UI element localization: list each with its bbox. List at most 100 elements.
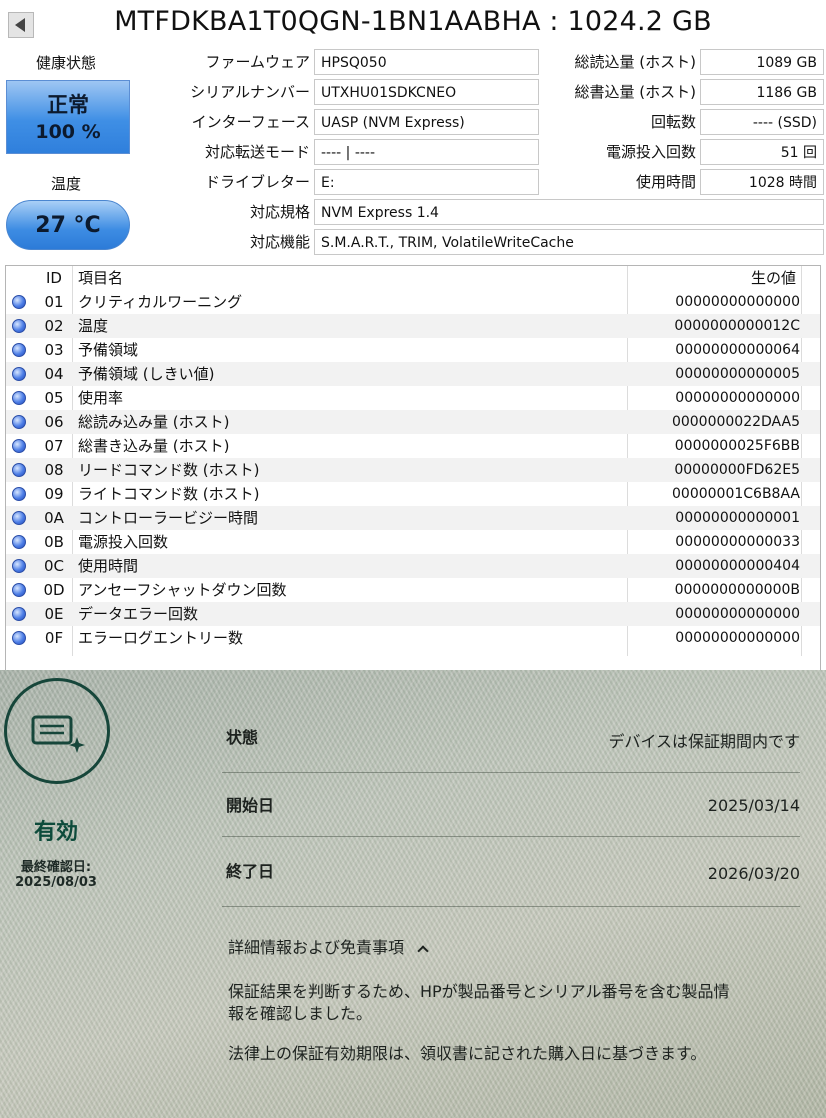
firmware-label: ファームウェア (205, 53, 310, 71)
smart-raw-value: 00000001C6B8AA (672, 486, 800, 502)
smart-id: 0C (43, 557, 65, 575)
state-value: デバイスは保証期間内です (608, 732, 800, 751)
hp-warranty-panel: 有効 最終確認日: 2025/08/03 状態 デバイスは保証期間内です 開始日… (0, 670, 826, 1118)
smart-row[interactable]: 04 予備領域 (しきい値) 00000000000005 (6, 362, 820, 386)
status-dot-icon (12, 367, 26, 381)
smart-row[interactable]: 03 予備領域 00000000000064 (6, 338, 820, 362)
last-checked-label: 最終確認日: (20, 860, 92, 875)
transfer-mode-label: 対応転送モード (204, 143, 310, 161)
temperature-button[interactable]: 27 °C (6, 200, 130, 250)
serial-label: シリアルナンバー (190, 83, 310, 101)
smart-id: 0B (44, 533, 64, 551)
smart-row[interactable]: 0F エラーログエントリー数 00000000000000 (6, 626, 820, 650)
details-text-1: 保証結果を判断するため、HPが製品番号とシリアル番号を含む製品情 (228, 982, 730, 1001)
smart-raw-value: 00000000000000 (675, 606, 800, 622)
smart-name: エラーログエントリー数 (78, 629, 244, 647)
status-dot-icon (12, 607, 26, 621)
end-date-value: 2026/03/20 (707, 864, 800, 883)
state-label: 状態 (226, 728, 259, 747)
smart-row[interactable]: 0A コントローラービジー時間 00000000000001 (6, 506, 820, 530)
smart-id: 0A (44, 509, 64, 527)
total-write-label: 総書込量 (ホスト) (574, 83, 696, 101)
rotation-label: 回転数 (650, 113, 696, 131)
disk-title: MTFDKBA1T0QGN-1BN1AABHA : 1024.2 GB (114, 6, 712, 37)
smart-name: データエラー回数 (78, 605, 199, 623)
smart-name: ライトコマンド数 (ホスト) (78, 485, 260, 503)
smart-raw-value: 00000000000000 (675, 630, 800, 646)
temperature-label: 温度 (50, 175, 81, 193)
smart-raw-value: 00000000000000 (675, 294, 800, 310)
status-dot-icon (12, 463, 26, 477)
interface-label: インターフェース (191, 113, 310, 131)
status-dot-icon (12, 391, 26, 405)
smart-name: 予備領域 (78, 341, 139, 359)
smart-name: 予備領域 (しきい値) (78, 365, 215, 383)
health-status-button[interactable]: 正常 100 % (6, 80, 130, 154)
smart-name: 総書き込み量 (ホスト) (78, 437, 230, 455)
header-raw[interactable]: 生の値 (751, 266, 796, 290)
smart-name: 総読み込み量 (ホスト) (78, 413, 230, 431)
smart-id: 08 (44, 461, 64, 479)
start-date-label: 開始日 (226, 796, 275, 815)
smart-row[interactable]: 06 総読み込み量 (ホスト) 0000000022DAA5 (6, 410, 820, 434)
divider (222, 836, 800, 837)
smart-raw-value: 0000000000012C (674, 318, 800, 334)
smart-name: アンセーフシャットダウン回数 (78, 581, 287, 599)
smart-id: 09 (44, 485, 64, 503)
status-dot-icon (12, 439, 26, 453)
divider (222, 772, 800, 773)
smart-name: 使用率 (78, 389, 124, 407)
smart-raw-value: 00000000000404 (675, 558, 800, 574)
total-read-label: 総読込量 (ホスト) (574, 53, 696, 71)
status-dot-icon (12, 583, 26, 597)
status-dot-icon (12, 487, 26, 501)
smart-row[interactable]: 08 リードコマンド数 (ホスト) 00000000FD62E5 (6, 458, 820, 482)
smart-raw-value: 00000000000001 (675, 510, 800, 526)
status-dot-icon (12, 559, 26, 573)
smart-row[interactable]: 0B 電源投入回数 00000000000033 (6, 530, 820, 554)
smart-row[interactable]: 07 総書き込み量 (ホスト) 0000000025F6BB (6, 434, 820, 458)
status-dot-icon (12, 535, 26, 549)
smart-name: 温度 (78, 317, 109, 335)
smart-row[interactable]: 01 クリティカルワーニング 00000000000000 (6, 290, 820, 314)
smart-id: 0D (43, 581, 65, 599)
details-toggle[interactable]: 詳細情報および免責事項 (228, 936, 429, 960)
smart-row[interactable]: 09 ライトコマンド数 (ホスト) 00000001C6B8AA (6, 482, 820, 506)
smart-row[interactable]: 0E データエラー回数 00000000000000 (6, 602, 820, 626)
smart-id: 04 (44, 365, 64, 383)
smart-row[interactable]: 0C 使用時間 00000000000404 (6, 554, 820, 578)
smart-raw-value: 00000000000033 (675, 534, 800, 550)
power-on-count-value: 51 回 (700, 139, 824, 165)
warranty-card-icon (4, 678, 110, 784)
power-on-count-label: 電源投入回数 (605, 143, 696, 161)
smart-table[interactable]: ID 項目名 生の値 01 クリティカルワーニング 00000000000000 02… (5, 265, 821, 670)
smart-row[interactable]: 0D アンセーフシャットダウン回数 0000000000000B (6, 578, 820, 602)
details-text-3: 法律上の保証有効期限は、領収書に記された購入日に基づきます。 (228, 1044, 707, 1063)
smart-raw-value: 00000000000000 (675, 390, 800, 406)
power-on-hours-label: 使用時間 (635, 173, 696, 191)
smart-id: 03 (44, 341, 64, 359)
status-dot-icon (12, 319, 26, 333)
smart-raw-value: 0000000000000B (674, 582, 800, 598)
header-name[interactable]: 項目名 (78, 266, 123, 290)
smart-name: 電源投入回数 (78, 533, 169, 551)
health-label: 健康状態 (35, 54, 96, 72)
end-date-label: 終了日 (226, 862, 275, 881)
chevron-up-icon (417, 945, 429, 957)
smart-raw-value: 0000000025F6BB (674, 438, 800, 454)
transfer-mode-value: ---- | ---- (314, 139, 539, 165)
smart-id: 05 (44, 389, 64, 407)
smart-id: 01 (44, 293, 64, 311)
smart-name: リードコマンド数 (ホスト) (78, 461, 260, 479)
smart-header-row: ID 項目名 生の値 (6, 266, 820, 290)
smart-id: 02 (44, 317, 64, 335)
smart-row[interactable]: 02 温度 0000000000012C (6, 314, 820, 338)
smart-row[interactable]: 05 使用率 00000000000000 (6, 386, 820, 410)
features-label: 対応機能 (249, 233, 310, 251)
header-id[interactable]: ID (36, 266, 72, 290)
last-checked-date: 2025/08/03 (15, 875, 97, 890)
health-percent: 100 % (35, 121, 101, 143)
features-value: S.M.A.R.T., TRIM, VolatileWriteCache (314, 229, 824, 255)
power-on-hours-value: 1028 時間 (700, 169, 824, 195)
smart-raw-value: 00000000000064 (675, 342, 800, 358)
